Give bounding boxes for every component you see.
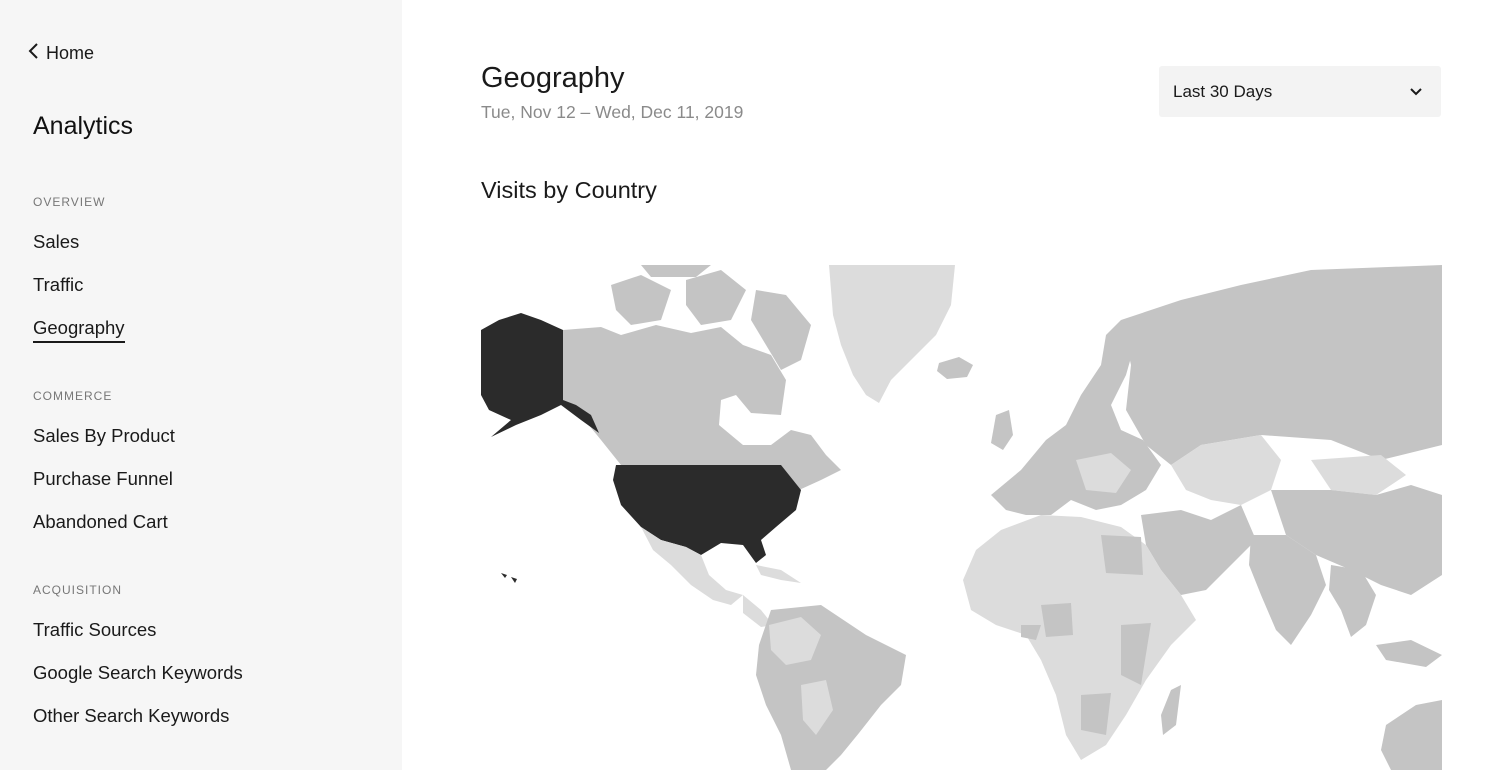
- sidebar-item-google-search-keywords[interactable]: Google Search Keywords: [33, 661, 243, 685]
- sidebar-item-other-search-keywords[interactable]: Other Search Keywords: [33, 704, 229, 728]
- chevron-left-icon: [26, 42, 40, 65]
- map-country-uk[interactable]: [991, 410, 1013, 450]
- sidebar-item-traffic[interactable]: Traffic: [33, 273, 83, 297]
- sidebar-title: Analytics: [33, 112, 134, 140]
- world-map-svg: [481, 265, 1442, 770]
- map-country-madagascar[interactable]: [1161, 685, 1181, 735]
- sidebar-item-purchase-funnel[interactable]: Purchase Funnel: [33, 467, 173, 491]
- date-range-text: Tue, Nov 12 – Wed, Dec 11, 2019: [481, 102, 744, 122]
- sidebar-item-abandoned-cart[interactable]: Abandoned Cart: [33, 510, 168, 534]
- map-country-iceland[interactable]: [937, 357, 973, 379]
- sidebar: Home Analytics OVERVIEW Sales Traffic Ge…: [0, 0, 402, 770]
- sidebar-item-traffic-sources[interactable]: Traffic Sources: [33, 618, 156, 642]
- main-content: Geography Tue, Nov 12 – Wed, Dec 11, 201…: [402, 0, 1492, 770]
- section-label-commerce: COMMERCE: [33, 389, 113, 403]
- date-range-select[interactable]: Last 30 Days: [1159, 66, 1441, 117]
- map-region-hawaii[interactable]: [501, 573, 517, 583]
- map-region-caribbean[interactable]: [756, 565, 801, 583]
- sidebar-item-sales[interactable]: Sales: [33, 230, 79, 254]
- map-country-united-states[interactable]: [613, 465, 801, 563]
- sidebar-item-sales-by-product[interactable]: Sales By Product: [33, 424, 175, 448]
- map-region-russia[interactable]: [1121, 265, 1442, 465]
- world-map: [481, 265, 1442, 770]
- date-range-selected: Last 30 Days: [1173, 81, 1273, 101]
- map-title: Visits by Country: [481, 177, 657, 203]
- page-title: Geography: [481, 62, 625, 94]
- back-label: Home: [46, 42, 95, 63]
- chevron-down-icon: [1409, 82, 1423, 102]
- map-country-australia[interactable]: [1381, 700, 1442, 770]
- map-country-greenland[interactable]: [829, 265, 955, 403]
- back-home-link[interactable]: Home: [26, 40, 94, 66]
- section-label-overview: OVERVIEW: [33, 195, 106, 209]
- sidebar-item-geography[interactable]: Geography: [33, 316, 125, 343]
- section-label-acquisition: ACQUISITION: [33, 583, 123, 597]
